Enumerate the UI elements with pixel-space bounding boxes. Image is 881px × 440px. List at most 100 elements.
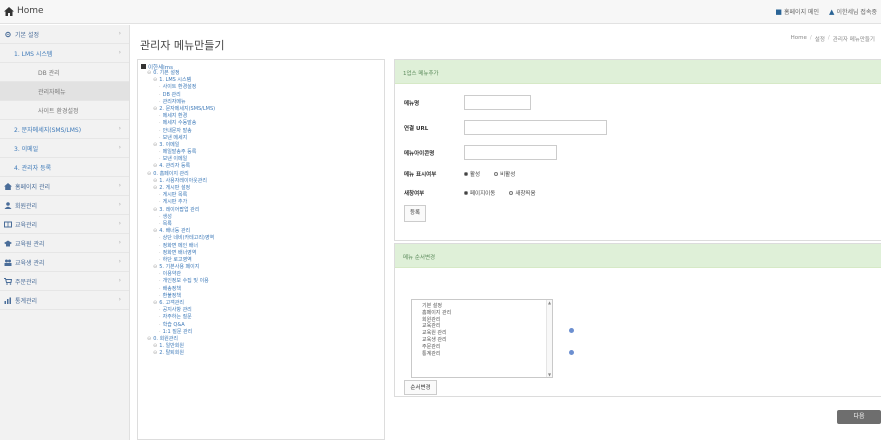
display-off-label: 비활성 — [500, 172, 516, 178]
sidebar-item-members[interactable]: 회원관리 › — [0, 196, 129, 215]
tree-node[interactable]: · 게시판 추가 — [141, 199, 384, 206]
menu-order-option[interactable]: 통계관리 — [422, 351, 552, 358]
display-on-radio[interactable]: 활성 — [464, 170, 480, 178]
url-input[interactable] — [464, 120, 607, 135]
sidebar-item-label: 1. LMS 시스템 — [14, 50, 53, 58]
menu-order-listbox[interactable]: 기본 설정 홈페이지 관리 회원관리 교육관리 교육원 관리 교육생 관리 주문관리 통계관리… — [411, 299, 553, 378]
menu-order-option[interactable]: 회원관리 — [422, 317, 552, 324]
tree-node[interactable]: · 정화면 메인 배너 — [141, 243, 384, 250]
tree-node[interactable]: ⊖ 1. 사용자레이아웃관리 — [141, 178, 384, 185]
menu-order-option[interactable]: 기본 설정 — [422, 303, 552, 310]
sidebar-item-homepage[interactable]: 홈페이지 관리 › — [0, 177, 129, 196]
sidebar-item-orders[interactable]: 주문관리 › — [0, 272, 129, 291]
window-new-label: 새창띄움 — [515, 191, 536, 197]
chevron-down-icon: › — [118, 49, 121, 56]
sidebar-item-label: 통계관리 — [15, 297, 38, 305]
menu-name-input[interactable] — [464, 95, 531, 110]
sidebar-item-db-manage[interactable]: DB 관리 — [0, 63, 129, 82]
tree-node[interactable]: · 하단 로고영역 — [141, 257, 384, 264]
sidebar-item-admin-menu[interactable]: 관리자메뉴 — [0, 82, 129, 101]
window-same-radio[interactable]: 페이지이동 — [464, 189, 495, 197]
sidebar-item-site-settings[interactable]: 사이트 환경설정 — [0, 101, 129, 120]
menu-order-option[interactable]: 교육원 관리 — [422, 330, 552, 337]
order-menu-panel: 메뉴 순서변경 기본 설정 홈페이지 관리 회원관리 교육관리 교육원 관리 교육생 관리… — [394, 243, 881, 397]
sidebar-item-email[interactable]: 3. 이메일 › — [0, 139, 129, 158]
user-status-link[interactable]: ▲ 이한세님 접속중 — [829, 7, 877, 17]
tree-node[interactable]: · 생성 — [141, 214, 384, 221]
change-order-button[interactable]: 순서변경 — [404, 380, 437, 395]
tree-branch-icon: ⊖ — [147, 70, 152, 76]
tree-root[interactable]: 이한세lms — [141, 63, 384, 71]
tree-node[interactable]: · 개인정보 수집 및 이용 — [141, 278, 384, 285]
folder-icon — [141, 64, 146, 69]
home-link[interactable]: Home — [4, 6, 44, 16]
sidebar-item-institute[interactable]: 교육원 관리 › — [0, 234, 129, 253]
sidebar-item-students[interactable]: 교육생 관리 › — [0, 253, 129, 272]
sidebar-item-admin-register[interactable]: 4. 관리자 등록 — [0, 158, 129, 177]
window-new-radio[interactable]: 새창띄움 — [509, 189, 536, 197]
window-same-label: 페이지이동 — [470, 191, 496, 197]
tree-node-label: 0. 홈페이지 관리 — [153, 170, 189, 177]
sidebar-item-basic-settings[interactable]: 기본 설정 › — [0, 25, 129, 44]
url-label: 연결 URL — [404, 125, 429, 132]
tree-node[interactable]: ⊖ 0. 홈페이지 관리 — [141, 171, 384, 178]
tree-node[interactable]: · 1:1 질문 관리 — [141, 329, 384, 336]
tree-node[interactable]: · 관리자메뉴 — [141, 99, 384, 106]
tree-node-label: 상단 네비(카테고리)영역 — [162, 235, 215, 242]
tree-branch-icon: · — [159, 127, 161, 134]
tree-node[interactable]: · 학습 Q&A — [141, 322, 384, 329]
sidebar-item-education[interactable]: 교육관리 › — [0, 215, 129, 234]
tree-node[interactable]: ⊖ 3. 이메일 — [141, 142, 384, 149]
sidebar-item-lms-system[interactable]: 1. LMS 시스템 › — [0, 44, 129, 63]
tree-node-label: 공지사항 관리 — [162, 307, 192, 314]
sidebar-item-label: 3. 이메일 — [14, 145, 39, 153]
cart-icon — [4, 277, 12, 285]
homepage-main-link[interactable]: ■ 홈페이지 메인 — [775, 7, 819, 17]
sidebar-item-stats[interactable]: 통계관리 › — [0, 291, 129, 310]
move-down-icon[interactable] — [569, 350, 574, 355]
tree-node-label: 4. 관리자 등록 — [159, 163, 191, 170]
tree-node[interactable]: ⊖ 4. 관리자 등록 — [141, 163, 384, 170]
register-button[interactable]: 등록 — [404, 205, 426, 222]
tree-branch-icon: · — [159, 213, 161, 220]
chevron-right-icon: › — [118, 239, 121, 246]
display-off-radio[interactable]: 비활성 — [494, 170, 515, 178]
tree-branch-icon: ⊖ — [147, 170, 152, 177]
add-menu-panel: 1업스 메뉴추가 메뉴명 연결 URL 메뉴아이콘명 메뉴 표시여부 활성 비활… — [394, 59, 881, 241]
menu-order-option[interactable]: 홈페이지 관리 — [422, 310, 552, 317]
scroll-up-icon[interactable]: ▲ — [548, 300, 551, 305]
next-button[interactable]: 다음 — [837, 410, 881, 424]
tree-branch-icon: · — [159, 271, 161, 278]
tree-node[interactable]: ⊖ 2. 탈퇴회원 — [141, 350, 384, 357]
tree-node-label: 정화면 메인 배너 — [162, 242, 198, 249]
listbox-scrollbar[interactable]: ▲ ▼ — [546, 300, 552, 377]
move-up-icon[interactable] — [569, 328, 574, 333]
icon-name-input[interactable] — [464, 145, 557, 160]
breadcrumb-settings[interactable]: 설정 — [815, 35, 825, 43]
sidebar-item-sms[interactable]: 2. 문자메세지(SMS/LMS) › — [0, 120, 129, 139]
menu-order-options: 기본 설정 홈페이지 관리 회원관리 교육관리 교육원 관리 교육생 관리 주문관리 통계관리 — [422, 303, 552, 357]
tree-node[interactable]: · DB 관리 — [141, 92, 384, 99]
tree-node-label: 하단 로고영역 — [162, 256, 192, 263]
tree-node[interactable]: ⊖ 3. 레이어팝업 관리 — [141, 207, 384, 214]
tree-node[interactable]: · 사이트 환경설정 — [141, 84, 384, 91]
menu-order-option[interactable]: 교육생 관리 — [422, 337, 552, 344]
scroll-down-icon[interactable]: ▼ — [548, 372, 551, 377]
tree-node[interactable]: · 상단 네비(카테고리)영역 — [141, 235, 384, 242]
sidebar-item-label: 홈페이지 관리 — [15, 183, 51, 191]
tree-node[interactable]: · 안내문자 발송 — [141, 128, 384, 135]
tree-node[interactable]: · 메세지 수동발송 — [141, 120, 384, 127]
tree-node[interactable]: · 보낸 메세지 — [141, 135, 384, 142]
breadcrumb-home[interactable]: Home — [791, 35, 807, 43]
tree-node-label: 생성 — [162, 213, 172, 220]
tree-node[interactable]: · 정화면 배너영역 — [141, 250, 384, 257]
tree-node-label: 1. 사용자레이아웃관리 — [159, 177, 207, 184]
display-label: 메뉴 표시여부 — [404, 172, 437, 178]
menu-order-option[interactable]: 주문관리 — [422, 344, 552, 351]
tree-node[interactable]: · 자주하는 질문 — [141, 314, 384, 321]
tree-node[interactable]: · 환불정책 — [141, 293, 384, 300]
url-row: 연결 URL — [404, 120, 607, 135]
tree-node[interactable]: · 배송정책 — [141, 286, 384, 293]
tree-branch-icon: · — [159, 149, 161, 156]
home-small-icon: ■ — [775, 7, 783, 16]
